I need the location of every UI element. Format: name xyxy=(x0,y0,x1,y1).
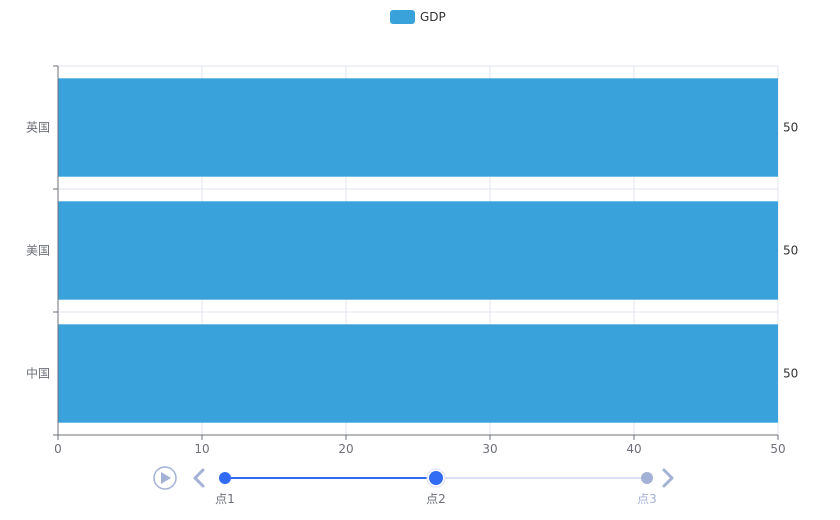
timeline-point-2[interactable] xyxy=(429,471,443,485)
play-button[interactable] xyxy=(153,466,177,490)
x-tick-label-50: 50 xyxy=(770,442,785,456)
bar-value-label-0: 50 xyxy=(783,367,798,381)
timeline-point-1[interactable] xyxy=(219,472,231,484)
bar-value-label-1: 50 xyxy=(783,244,798,258)
x-tick-label-30: 30 xyxy=(482,442,497,456)
bar-2[interactable] xyxy=(58,78,778,177)
bar-0[interactable] xyxy=(58,324,778,423)
bar-chart: GDP 50 中国 50 美国 50 英国 0 10 20 30 40 50 点1 点2 点3 xyxy=(26,10,798,506)
bar-1[interactable] xyxy=(58,201,778,300)
category-label-1: 美国 xyxy=(26,244,50,258)
play-icon xyxy=(161,472,171,484)
x-tick-label-20: 20 xyxy=(338,442,353,456)
x-tick-label-40: 40 xyxy=(626,442,641,456)
timeline-label-3[interactable]: 点3 xyxy=(637,492,657,506)
bars xyxy=(58,78,778,423)
timeline-label-2[interactable]: 点2 xyxy=(426,492,446,506)
timeline-point-3[interactable] xyxy=(641,472,653,484)
legend-label-gdp: GDP xyxy=(420,10,446,24)
category-label-2: 英国 xyxy=(26,121,50,135)
legend[interactable]: GDP xyxy=(390,10,446,24)
next-icon[interactable] xyxy=(662,468,674,488)
x-tick-label-10: 10 xyxy=(194,442,209,456)
prev-icon[interactable] xyxy=(193,468,205,488)
bar-value-label-2: 50 xyxy=(783,121,798,135)
timeline-label-1[interactable]: 点1 xyxy=(215,492,235,506)
legend-swatch-gdp xyxy=(390,10,415,24)
x-tick-label-0: 0 xyxy=(54,442,62,456)
timeline: 点1 点2 点3 xyxy=(153,466,674,506)
category-label-0: 中国 xyxy=(26,366,50,381)
